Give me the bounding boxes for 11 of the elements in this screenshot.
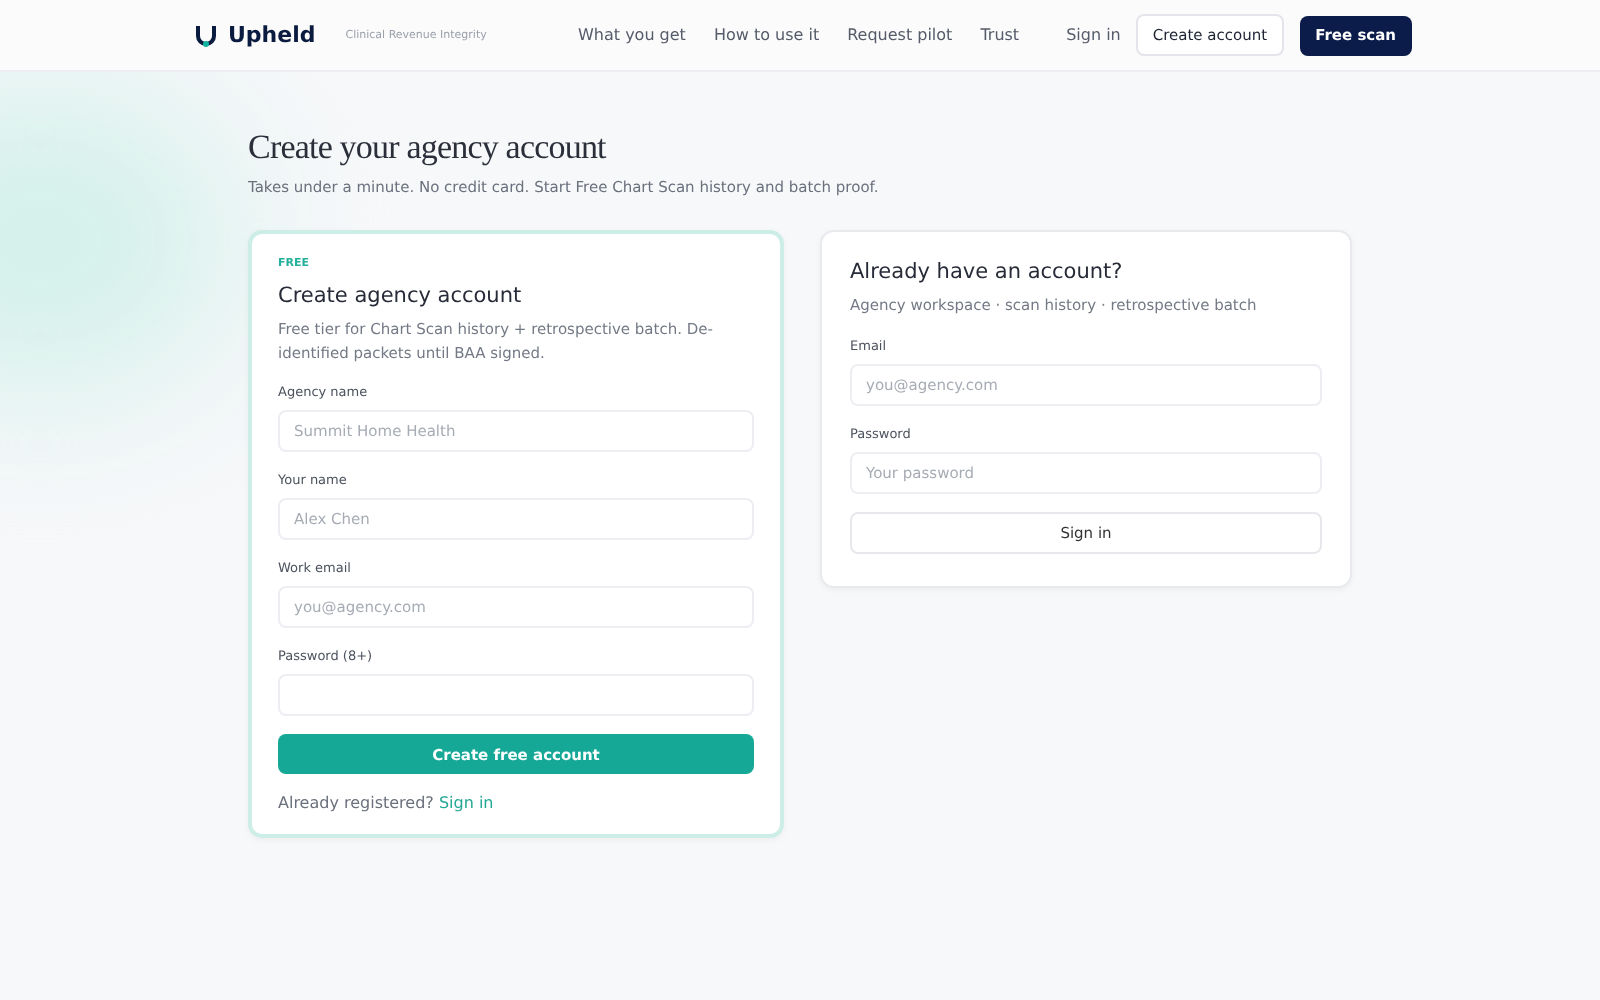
- card-title: Create agency account: [278, 284, 524, 308]
- nav-link[interactable]: How to use it: [713, 26, 820, 44]
- logo-icon: [194, 23, 218, 47]
- brand-name[interactable]: Upheld: [228, 22, 316, 48]
- card-title: Already have an account?: [850, 260, 1125, 284]
- footer-text: Already registered?: [278, 794, 434, 812]
- page-title: Create your agency account: [248, 128, 609, 168]
- nav-link[interactable]: Trust: [980, 26, 1020, 44]
- nav-link[interactable]: What you get: [578, 26, 686, 44]
- sign-in-link[interactable]: Sign in: [1066, 26, 1121, 44]
- nav-link[interactable]: Request pilot: [847, 26, 953, 44]
